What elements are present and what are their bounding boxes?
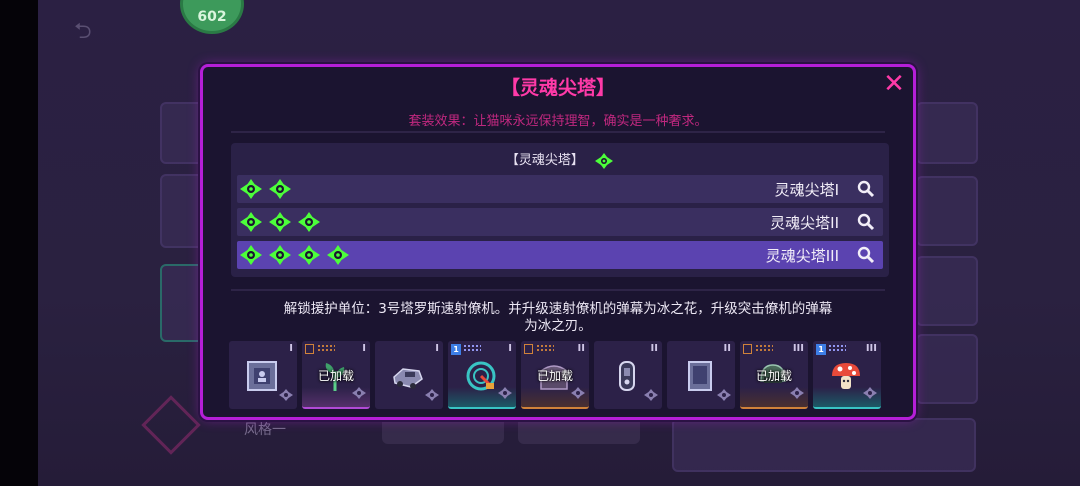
divider (231, 131, 885, 133)
frame-cat-icon (245, 359, 279, 393)
item-card[interactable]: II 已加载 (521, 341, 589, 409)
gem-icon (268, 178, 292, 200)
magnifier-icon[interactable] (857, 246, 875, 264)
tier-name: 灵魂尖塔I (774, 181, 839, 199)
set-effect-text: 套装效果：让猫咪永远保持理智，确实是一种奢求。 (408, 114, 708, 129)
tier-name: 灵魂尖塔III (765, 247, 839, 265)
item-card[interactable]: I (375, 341, 443, 409)
bg-bottom-strip (672, 418, 976, 472)
tier-numeral: I (289, 343, 293, 354)
tier-row-1[interactable]: 灵魂尖塔I (237, 175, 883, 203)
device-icon (610, 359, 644, 393)
unlock-line-1: 解锁援护单位：3号塔罗斯速射僚机。并升级速射僚机的弹幕为冰之花，升级突击僚机的弹… (283, 301, 833, 317)
item-card[interactable]: I1 (448, 341, 516, 409)
gem-icon (239, 178, 263, 200)
tier-numeral: II (577, 343, 585, 354)
vehicle-icon (391, 359, 425, 393)
gem-icon (862, 385, 878, 404)
gem-icon (643, 387, 659, 406)
book-icon (743, 344, 752, 354)
loaded-label: 已加载 (317, 369, 354, 383)
count-badge: 1 (816, 344, 826, 355)
dots-icon (755, 344, 773, 352)
item-card[interactable]: III 1 (813, 341, 881, 409)
set-detail-modal: 【灵魂尖塔】 ✕ 套装效果：让猫咪永远保持理智，确实是一种奢求。 【灵魂尖塔】 … (200, 64, 916, 420)
gem-icon (278, 387, 294, 406)
dots-icon (828, 344, 846, 352)
gem-icon (297, 244, 321, 266)
tier-numeral: I (508, 343, 512, 354)
left-screen-edge (0, 0, 38, 486)
dots-icon (463, 344, 481, 352)
tier-row-3[interactable]: 灵魂尖塔III (237, 241, 883, 269)
unlock-description: 解锁援护单位：3号塔罗斯速射僚机。并升级速射僚机的弹幕为冰之花，升级突击僚机的弹… (231, 301, 885, 335)
tier-row-2[interactable]: 灵魂尖塔II (237, 208, 883, 236)
item-card[interactable]: II (667, 341, 735, 409)
gem-icon (497, 385, 513, 404)
book-icon (524, 344, 533, 354)
bg-item-card (916, 102, 978, 164)
count-badge: 1 (451, 344, 461, 355)
tier-gems (239, 244, 350, 266)
book-icon (305, 344, 314, 354)
gem-icon (326, 244, 350, 266)
tier-gems (239, 211, 321, 233)
modal-title: 【灵魂尖塔】 (500, 77, 615, 99)
gem-icon (268, 211, 292, 233)
tier-numeral: I (362, 343, 366, 354)
tier-name: 灵魂尖塔II (770, 214, 839, 232)
back-arrow-icon[interactable]: ⮌ (74, 14, 104, 44)
loaded-label: 已加载 (536, 369, 573, 383)
divider (231, 289, 885, 291)
bg-item-card (916, 334, 978, 404)
tier-numeral: II (723, 343, 731, 354)
bg-item-card (916, 176, 978, 246)
gem-icon (424, 387, 440, 406)
gem-icon (297, 211, 321, 233)
tier-numeral: I (435, 343, 439, 354)
magnifier-icon[interactable] (857, 180, 875, 198)
gem-icon (570, 385, 586, 404)
tier-gems (239, 178, 292, 200)
close-icon[interactable]: ✕ (881, 71, 907, 97)
tier-panel-header: 【灵魂尖塔】 (231, 149, 889, 170)
gem-icon (716, 387, 732, 406)
gem-icon (239, 211, 263, 233)
magnifier-icon[interactable] (857, 213, 875, 231)
gem-icon (239, 244, 263, 266)
card-icon (683, 359, 717, 393)
gem-icon (789, 385, 805, 404)
item-card-strip: I I 已加载 I I 1 II 已加载 II II III 已加载 III 1 (229, 341, 895, 411)
unlock-line-2: 为冰之刃。 (524, 318, 592, 334)
mushroom-icon (829, 359, 863, 393)
tier-numeral: III (865, 343, 877, 354)
bg-item-card (916, 256, 978, 326)
gem-icon (594, 152, 614, 170)
scanner-icon (464, 359, 498, 393)
dots-icon (317, 344, 335, 352)
gem-icon (268, 244, 292, 266)
item-card[interactable]: I 已加载 (302, 341, 370, 409)
tier-numeral: III (792, 343, 804, 354)
item-card[interactable]: II (594, 341, 662, 409)
item-card[interactable]: III 已加载 (740, 341, 808, 409)
tier-panel: 【灵魂尖塔】 灵魂尖塔I 灵魂尖塔II 灵魂尖塔III (231, 143, 889, 277)
item-card[interactable]: I (229, 341, 297, 409)
loaded-label: 已加载 (755, 369, 792, 383)
dots-icon (536, 344, 554, 352)
tier-panel-title: 【灵魂尖塔】 (505, 153, 584, 168)
tier-numeral: II (650, 343, 658, 354)
gem-icon (351, 385, 367, 404)
